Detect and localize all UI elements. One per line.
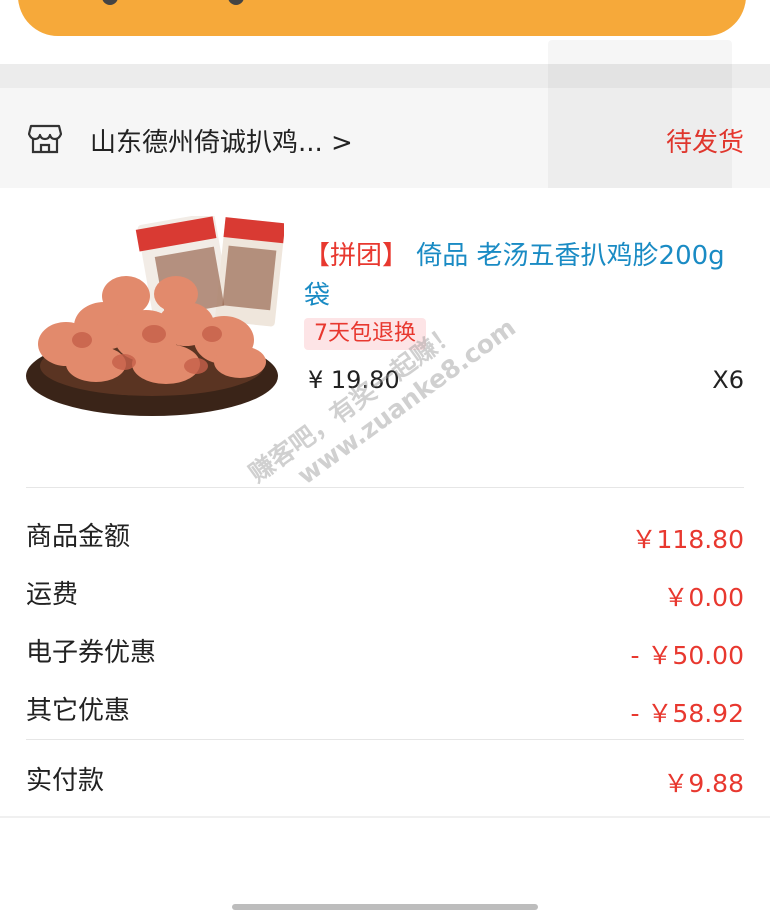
section-divider: [0, 816, 770, 818]
product-image: [26, 216, 284, 416]
store-name-link[interactable]: 山东德州倚诚扒鸡... >: [90, 122, 353, 159]
quantity: X6: [712, 366, 744, 394]
product-item[interactable]: 【拼团】 倚品 老汤五香扒鸡胗200g袋 7天包退换 ¥ 19.80 X6: [0, 188, 770, 488]
coupon-discount-label: 电子券优惠: [26, 638, 157, 668]
shipping-value: ￥0.00: [663, 583, 744, 612]
goods-amount-label: 商品金额: [26, 522, 131, 552]
goods-amount-value: ￥118.80: [631, 525, 744, 554]
divider: [26, 487, 744, 488]
other-discount-value: - ￥58.92: [630, 699, 744, 728]
divider: [26, 739, 744, 740]
product-title[interactable]: 【拼团】 倚品 老汤五香扒鸡胗200g袋: [304, 236, 744, 316]
group-buy-tag: 【拼团】: [304, 241, 409, 271]
delivery-truck-icon: [102, 0, 244, 5]
amount-paid-value: ￥9.88: [663, 769, 744, 798]
shipping-label: 运费: [26, 580, 79, 610]
amount-paid-label: 实付款: [26, 766, 105, 796]
store-icon: [28, 124, 62, 154]
banner-strip: ¥: [18, 0, 746, 36]
other-discount-label: 其它优惠: [26, 696, 131, 726]
home-indicator[interactable]: [232, 904, 538, 910]
coin-icon: ¥: [630, 0, 668, 2]
coupon-discount-value: - ￥50.00: [630, 641, 744, 670]
